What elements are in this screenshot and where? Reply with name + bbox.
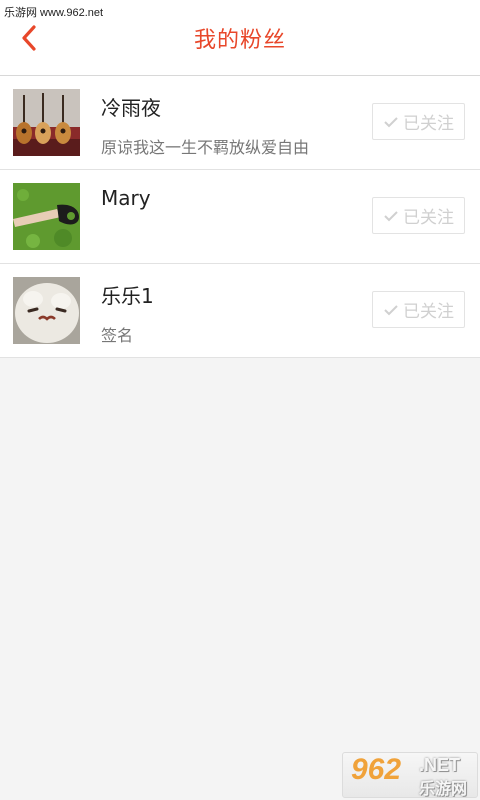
followed-button[interactable]: 已关注 [372, 103, 465, 140]
followed-button-label: 已关注 [403, 302, 454, 322]
check-icon [384, 304, 398, 315]
site-logo-watermark: 962 .NET 乐游网 [342, 752, 478, 798]
fan-row[interactable]: Mary 已关注 [0, 170, 480, 264]
fan-list: 冷雨夜 原谅我这一生不羁放纵爱自由 已关注 Mary 已关注 乐乐1 签名 已关… [0, 76, 480, 358]
fan-row[interactable]: 乐乐1 签名 已关注 [0, 264, 480, 358]
avatar[interactable] [13, 89, 80, 156]
check-icon [384, 116, 398, 127]
logo-cn: 乐游网 [419, 779, 468, 798]
fan-name: 乐乐1 [101, 284, 154, 308]
fan-name: Mary [101, 186, 151, 210]
white-plush-photo [13, 277, 80, 344]
check-icon [384, 210, 398, 221]
followed-button-label: 已关注 [403, 114, 454, 134]
fan-signature: 原谅我这一生不羁放纵爱自由 [101, 138, 310, 157]
logo-net: .NET [419, 755, 461, 775]
avatar[interactable] [13, 183, 80, 250]
fan-name: 冷雨夜 [101, 96, 161, 120]
followed-button[interactable]: 已关注 [372, 291, 465, 328]
followed-button[interactable]: 已关注 [372, 197, 465, 234]
avatar[interactable] [13, 277, 80, 344]
fan-signature: 签名 [101, 326, 134, 345]
guitars-photo [13, 89, 80, 156]
fan-row[interactable]: 冷雨夜 原谅我这一生不羁放纵爱自由 已关注 [0, 76, 480, 170]
hand-on-grass-photo [13, 183, 80, 250]
site-watermark: 乐游网 www.962.net [4, 7, 104, 19]
page-title: 我的粉丝 [193, 28, 286, 53]
logo-number: 962 [351, 753, 402, 786]
followed-button-label: 已关注 [403, 208, 454, 228]
